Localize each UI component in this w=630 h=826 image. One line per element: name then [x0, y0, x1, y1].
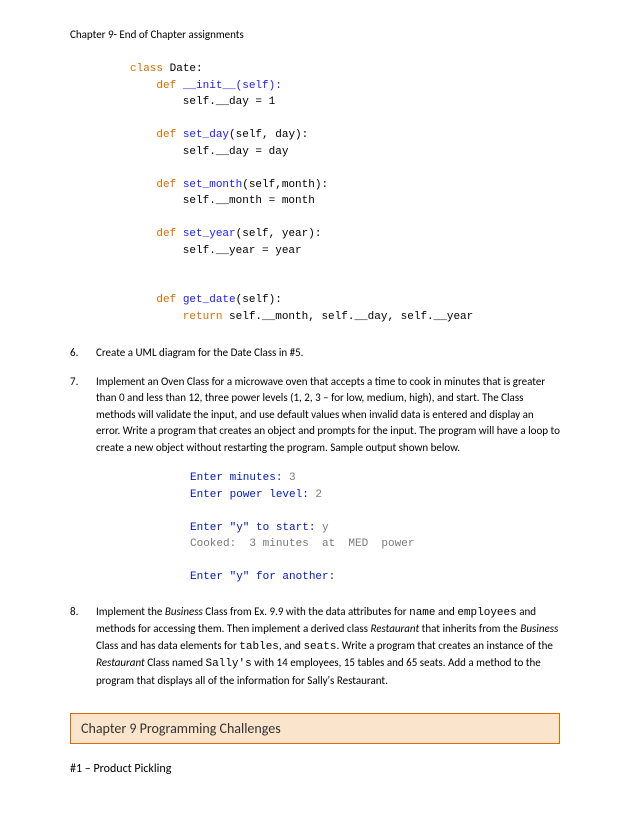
- kw-class: class: [130, 63, 163, 75]
- q7-text: Implement an Oven Class for a microwave …: [96, 374, 560, 457]
- question-6: 6. Create a UML diagram for the Date Cla…: [70, 345, 560, 362]
- challenge-1-title: #1 – Product Pickling: [70, 762, 560, 776]
- q6-number: 6.: [70, 345, 90, 362]
- question-7: 7. Implement an Oven Class for a microwa…: [70, 374, 560, 457]
- question-8: 8. Implement the Business Class from Ex.…: [70, 604, 560, 690]
- code-block-date-class: class Date: def __init__(self): self.__d…: [130, 61, 560, 325]
- kw-def: def: [156, 80, 176, 92]
- page-header: Chapter 9- End of Chapter assignments: [70, 28, 560, 41]
- q6-text: Create a UML diagram for the Date Class …: [96, 345, 560, 362]
- section-heading: Chapter 9 Programming Challenges: [70, 713, 560, 744]
- sample-output: Enter minutes: 3 Enter power level: 2 En…: [190, 470, 560, 586]
- q8-number: 8.: [70, 604, 90, 690]
- q7-number: 7.: [70, 374, 90, 457]
- q8-text: Implement the Business Class from Ex. 9.…: [96, 604, 560, 690]
